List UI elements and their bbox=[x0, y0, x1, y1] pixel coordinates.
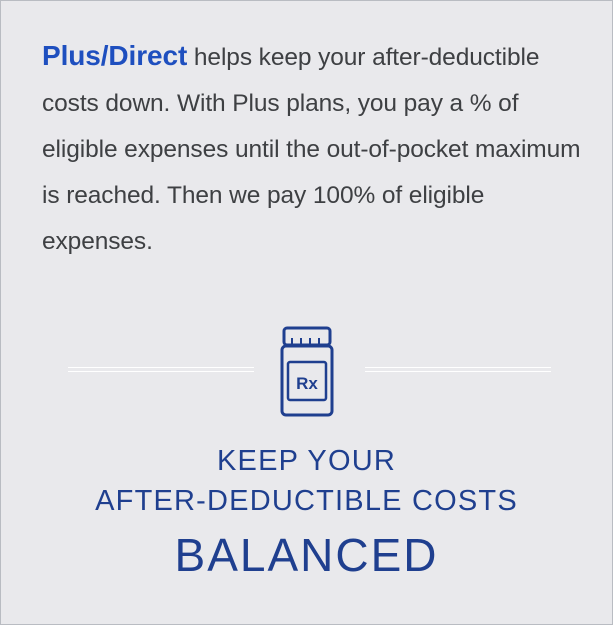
headline-line-3: BALANCED bbox=[174, 529, 439, 581]
brand-name: Plus/Direct bbox=[42, 40, 188, 71]
info-card: Plus/Direct helps keep your after-deduct… bbox=[0, 0, 613, 625]
left-divider bbox=[68, 367, 254, 372]
headline-line-1: KEEP YOUR bbox=[217, 445, 396, 477]
headline-line-2: AFTER-DEDUCTIBLE COSTS bbox=[95, 485, 518, 517]
rx-label: Rx bbox=[296, 374, 318, 393]
intro-paragraph: Plus/Direct helps keep your after-deduct… bbox=[42, 33, 587, 265]
intro-text: helps keep your after-deductible costs d… bbox=[42, 44, 581, 255]
right-divider bbox=[365, 367, 551, 372]
prescription-bottle-icon: Rx bbox=[280, 326, 334, 417]
